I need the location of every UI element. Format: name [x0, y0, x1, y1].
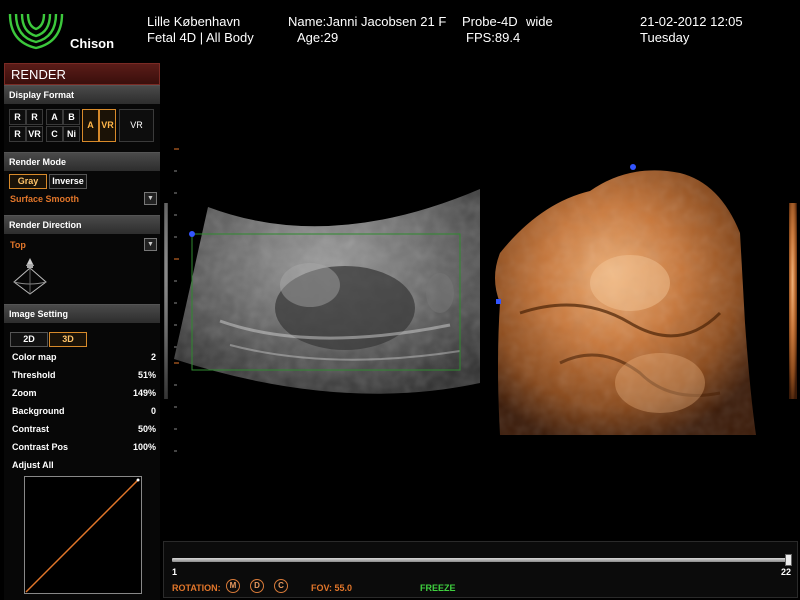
adjust-curve-graph[interactable]: [24, 476, 142, 594]
setting-row-contrast[interactable]: Contrast 50%: [12, 424, 156, 438]
format-r-button[interactable]: R: [26, 109, 43, 125]
fps-label: FPS:89.4: [466, 30, 521, 45]
format-vr-single-button[interactable]: VR: [119, 109, 154, 142]
setting-value: 51%: [137, 370, 156, 380]
cine-min-label: 1: [172, 567, 178, 577]
render-panel: RENDER Display Format R R A B R VR C Ni …: [4, 63, 160, 600]
cine-control-bar: 1 22 ROTATION: M D C FOV: 55.0 FREEZE: [163, 541, 798, 598]
ultrasound-2d-image: [174, 189, 480, 394]
surface-mode-dropdown[interactable]: ▼: [144, 192, 157, 205]
location-label: Lille København: [147, 14, 241, 29]
format-vr-selected-button[interactable]: VR: [99, 109, 116, 142]
patient-age: Age:29: [297, 30, 339, 45]
format-vr-button[interactable]: VR: [26, 126, 43, 142]
render-handle-top[interactable]: [630, 164, 636, 170]
panel-title: RENDER: [4, 63, 160, 85]
adjust-all-label[interactable]: Adjust All: [12, 460, 156, 474]
surface-mode-value: Surface Smooth: [10, 194, 80, 204]
2d-button[interactable]: 2D: [10, 332, 48, 347]
cine-slider-thumb[interactable]: [785, 554, 792, 566]
roi-handle[interactable]: [189, 231, 195, 237]
weekday: Tuesday: [640, 30, 690, 45]
format-c-button[interactable]: C: [46, 126, 63, 142]
probe-mode: wide: [526, 14, 553, 29]
setting-label: Contrast: [12, 424, 50, 434]
format-ni-button[interactable]: Ni: [63, 126, 80, 142]
rotation-m-icon[interactable]: M: [226, 579, 240, 593]
freeze-status: FREEZE: [420, 583, 456, 593]
depth-scale: [174, 148, 179, 452]
setting-value: 50%: [137, 424, 156, 434]
format-b-button[interactable]: B: [63, 109, 80, 125]
probe-label: Probe-4D: [462, 14, 518, 29]
patient-name: Name:Janni Jacobsen 21 F: [288, 14, 447, 29]
setting-row-contrast-pos[interactable]: Contrast Pos 100%: [12, 442, 156, 456]
display-format-group: R R A B R VR C Ni A VR VR: [4, 104, 160, 152]
3d-button[interactable]: 3D: [49, 332, 87, 347]
rotation-c-icon[interactable]: C: [274, 579, 288, 593]
setting-label: Contrast Pos: [12, 442, 69, 452]
setting-row-color-map[interactable]: Color map 2: [12, 352, 156, 366]
render-mode-heading: Render Mode: [4, 152, 160, 171]
cine-max-label: 22: [781, 567, 792, 577]
exam-label: Fetal 4D | All Body: [147, 30, 254, 45]
format-r-button[interactable]: R: [9, 126, 26, 142]
date-time: 21-02-2012 12:05: [640, 14, 743, 29]
setting-row-threshold[interactable]: Threshold 51%: [12, 370, 156, 384]
setting-value: 2: [150, 352, 156, 362]
render-direction-heading: Render Direction: [4, 215, 160, 234]
image-setting-heading: Image Setting: [4, 304, 160, 323]
setting-value: 100%: [132, 442, 156, 452]
rotation-label: ROTATION:: [172, 583, 221, 593]
setting-label: Background: [12, 406, 65, 416]
gray-mode-button[interactable]: Gray: [9, 174, 47, 189]
setting-label: Color map: [12, 352, 57, 362]
format-r-button[interactable]: R: [9, 109, 26, 125]
setting-value: 0: [150, 406, 156, 416]
rotation-d-icon[interactable]: D: [250, 579, 264, 593]
render-direction-value: Top: [10, 240, 26, 250]
setting-label: Threshold: [12, 370, 56, 380]
brand-name: Chison: [70, 36, 115, 51]
setting-value: 149%: [132, 388, 156, 398]
direction-probe-icon: [13, 258, 47, 295]
display-format-heading: Display Format: [4, 85, 160, 104]
cine-slider-track[interactable]: [172, 558, 792, 562]
fov-label: FOV: 55.0: [311, 583, 353, 593]
format-a-vr-button[interactable]: A: [82, 109, 99, 142]
image-viewport[interactable]: [160, 63, 800, 541]
render-handle-left[interactable]: [496, 299, 501, 304]
inverse-mode-button[interactable]: Inverse: [49, 174, 87, 189]
grayscale-bar: [164, 203, 168, 399]
render-mode-group: Gray Inverse Surface Smooth ▼: [4, 171, 160, 215]
render-direction-group: Top ▼: [4, 234, 160, 304]
color-map-bar: [789, 203, 797, 399]
setting-label: Zoom: [12, 388, 37, 398]
rendered-3d-image: [495, 170, 756, 436]
render-direction-dropdown[interactable]: ▼: [144, 238, 157, 251]
setting-row-zoom[interactable]: Zoom 149%: [12, 388, 156, 402]
format-a-button[interactable]: A: [46, 109, 63, 125]
setting-row-background[interactable]: Background 0: [12, 406, 156, 420]
